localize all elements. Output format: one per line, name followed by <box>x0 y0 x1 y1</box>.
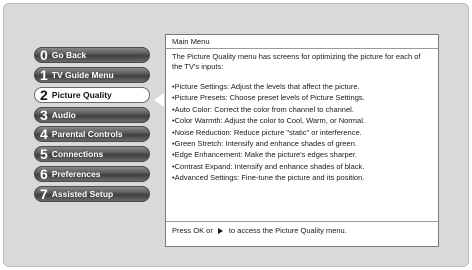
menu-item-number: 0 <box>40 47 48 63</box>
panel-footer: Press OK or to access the Picture Qualit… <box>166 222 438 236</box>
tv-screen: 0 Go Back 1 TV Guide Menu 2 Picture Qual… <box>3 3 469 267</box>
panel-intro: The Picture Quality menu has screens for… <box>172 52 421 71</box>
menu-item-connections[interactable]: 5 Connections <box>34 146 150 163</box>
menu-item-label: Connections <box>51 149 104 160</box>
menu-item-assisted-setup[interactable]: 7 Assisted Setup <box>34 185 150 202</box>
menu-item-label: Preferences <box>51 169 101 180</box>
list-item: •Auto Color: Correct the color from chan… <box>172 104 354 114</box>
menu-item-number: 5 <box>40 146 48 163</box>
menu-item-number: 3 <box>40 106 48 123</box>
menu-item-label: Go Back <box>51 50 87 60</box>
menu-item-number: 1 <box>40 66 48 83</box>
menu-item-label: Parental Controls <box>51 129 123 140</box>
footer-text-before: Press OK or <box>172 226 213 235</box>
feature-list: •Picture Settings: Adjust the levels tha… <box>172 81 432 184</box>
list-item: •Noise Reduction: Reduce picture "static… <box>172 127 362 137</box>
menu-item-number: 4 <box>40 126 48 143</box>
list-item: •Picture Presets: Choose preset levels o… <box>172 93 365 103</box>
menu-item-label: Audio <box>51 109 76 120</box>
list-item: •Picture Settings: Adjust the levels tha… <box>172 82 360 91</box>
menu-item-number: 6 <box>40 166 48 183</box>
panel-title: Main Menu <box>166 35 438 49</box>
menu-item-audio[interactable]: 3 Audio <box>34 106 150 123</box>
menu-item-parental-controls[interactable]: 4 Parental Controls <box>34 126 150 143</box>
main-menu-list: 0 Go Back 1 TV Guide Menu 2 Picture Qual… <box>34 47 150 206</box>
menu-item-label: TV Guide Menu <box>51 69 114 80</box>
selection-pointer-icon <box>154 93 164 107</box>
right-arrow-icon <box>217 228 223 234</box>
menu-item-number: 7 <box>40 185 48 202</box>
list-item: •Green Stretch: Intensify and enhance sh… <box>172 139 357 149</box>
menu-item-label: Assisted Setup <box>51 188 114 199</box>
list-item: •Advanced Settings: Fine-tune the pictur… <box>172 173 365 183</box>
list-item: •Contrast Expand: Intensify and enhance … <box>172 161 365 171</box>
menu-item-number: 2 <box>40 86 48 103</box>
menu-item-label: Picture Quality <box>51 89 112 100</box>
info-panel: Main Menu The Picture Quality menu has s… <box>165 34 439 247</box>
list-item: •Color Warmth: Adjust the color to Cool,… <box>172 116 365 126</box>
menu-item-tv-guide-menu[interactable]: 1 TV Guide Menu <box>34 66 150 83</box>
menu-item-preferences[interactable]: 6 Preferences <box>34 166 150 183</box>
menu-item-go-back[interactable]: 0 Go Back <box>34 47 150 63</box>
footer-text-after: to access the Picture Quality menu. <box>228 226 347 235</box>
list-item: •Edge Enhancement: Make the picture's ed… <box>172 150 358 160</box>
panel-body: The Picture Quality menu has screens for… <box>166 49 438 222</box>
menu-item-picture-quality[interactable]: 2 Picture Quality <box>34 86 150 103</box>
